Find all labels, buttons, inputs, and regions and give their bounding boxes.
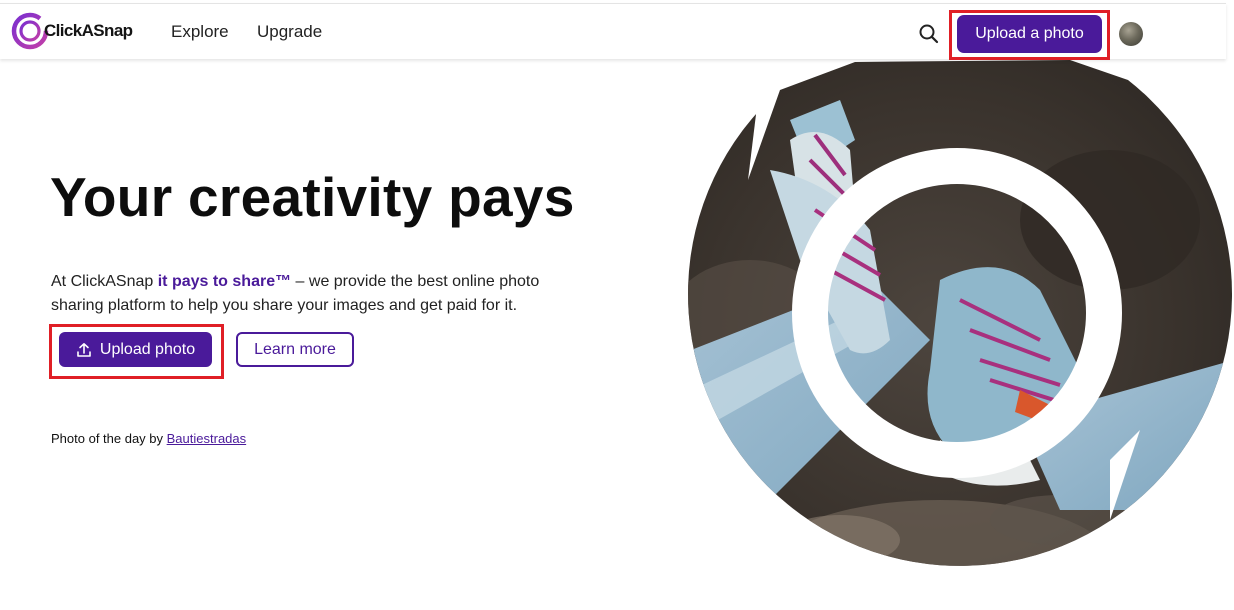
photo-of-the-day-credit: Photo of the day by Bautiestradas xyxy=(51,431,246,446)
nav-explore-link[interactable]: Explore xyxy=(171,22,229,42)
nav-upgrade-link[interactable]: Upgrade xyxy=(257,22,322,42)
hero-description-prefix: At ClickASnap xyxy=(51,273,158,290)
logo-text: ClickASnap xyxy=(44,21,133,40)
upload-photo-label: Upload photo xyxy=(99,340,196,358)
photo-of-the-day-label: Photo of the day by xyxy=(51,431,167,446)
top-navbar: ClickASnap Explore Upgrade Upload a phot… xyxy=(0,3,1226,60)
hero-photo-ring xyxy=(688,60,1233,566)
hero-title: Your creativity pays xyxy=(50,166,575,228)
search-icon[interactable] xyxy=(918,23,940,45)
upload-icon xyxy=(77,342,91,357)
photographer-link[interactable]: Bautiestradas xyxy=(167,431,247,446)
upload-photo-button[interactable]: Upload photo xyxy=(59,332,212,367)
clickasnap-logo[interactable]: ClickASnap xyxy=(10,11,133,51)
hero-description: At ClickASnap it pays to share™ – we pro… xyxy=(51,270,571,318)
pays-to-share-tagline: it pays to share™ xyxy=(157,273,292,290)
upload-a-photo-button[interactable]: Upload a photo xyxy=(957,15,1102,53)
user-avatar[interactable] xyxy=(1119,22,1143,46)
hero-photo xyxy=(688,60,1233,566)
learn-more-button[interactable]: Learn more xyxy=(236,332,354,367)
